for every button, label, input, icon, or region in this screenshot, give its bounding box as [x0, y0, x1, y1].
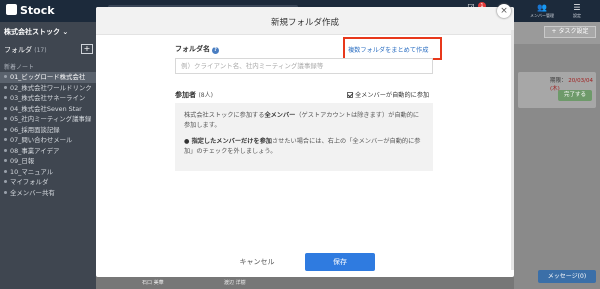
cancel-button[interactable]: キャンセル [222, 253, 292, 271]
sidebar-item[interactable]: 02_株式会社ワールドリンク [0, 83, 96, 94]
folder-name-label: フォルダ名? [175, 44, 219, 54]
message-button[interactable]: メッセージ(0) [538, 270, 596, 283]
dialog-header: 新規フォルダ作成 [96, 7, 514, 35]
member-name: 石口 美華 [142, 280, 164, 286]
dialog-title: 新規フォルダ作成 [270, 18, 339, 28]
add-folder-button[interactable]: + [81, 44, 93, 54]
member-name: 渡辺 洋樹 [224, 280, 246, 286]
sidebar-item[interactable]: 04_株式会社Seven Star [0, 104, 96, 115]
member-row: 石口 美華 渡辺 洋樹 [96, 276, 514, 289]
sidebar-item[interactable]: 09_日報 [0, 156, 96, 167]
logo-text: Stock [20, 4, 55, 17]
settings-icon[interactable]: ☰ [569, 3, 585, 12]
save-button[interactable]: 保存 [305, 253, 375, 271]
highlight-box: 複数フォルダをまとめて作成 [343, 37, 442, 60]
sidebar: 株式会社ストック ⌄ フォルダ (17) + 新着ノート 01_ビッグロード株式… [0, 22, 96, 289]
sidebar-item[interactable]: 08_事業アイデア [0, 146, 96, 157]
sidebar-item[interactable]: 全メンバー共有 [0, 188, 96, 199]
sidebar-item[interactable]: 10_マニュアル [0, 167, 96, 178]
sidebar-item[interactable]: マイフォルダ [0, 177, 96, 188]
info-text-2: ● 指定したメンバーだけを参加させたい場合には、右上の「全メンバーが自動的に参加… [184, 138, 421, 155]
members-label: メンバー管理 [530, 13, 554, 18]
sidebar-item[interactable]: 06_採用面談記録 [0, 125, 96, 136]
folders-header: フォルダ (17) + [0, 44, 96, 56]
sidebar-item[interactable]: 07_問い合わせメール [0, 135, 96, 146]
info-text-1: 株式会社ストックに参加する全メンバー（ゲストアカウントは除きます）が自動的に参加… [184, 112, 420, 129]
recent-notes-label[interactable]: 新着ノート [4, 62, 34, 71]
close-icon[interactable]: × [497, 4, 511, 18]
auto-join-label: 全メンバーが自動的に参加 [355, 92, 430, 99]
complete-task-button[interactable]: 完了する [558, 90, 592, 101]
members-icon[interactable]: 👥 [534, 3, 550, 12]
checkbox-icon[interactable] [347, 92, 353, 98]
folder-list: 01_ビッグロード株式会社 02_株式会社ワールドリンク 03_株式会社サネーラ… [0, 72, 96, 198]
sidebar-item[interactable]: 03_株式会社サネーライン [0, 93, 96, 104]
settings-label: 設定 [573, 13, 581, 18]
new-folder-dialog: 新規フォルダ作成 × フォルダ名? 複数フォルダをまとめて作成 参加者 (8人)… [96, 4, 514, 277]
sidebar-item[interactable]: 01_ビッグロード株式会社 [0, 72, 96, 83]
sidebar-item[interactable]: 05_社内ミーティング議事録 [0, 114, 96, 125]
app-logo[interactable]: Stock [6, 4, 55, 17]
help-icon[interactable]: ? [212, 47, 219, 54]
participants-info: 株式会社ストックに参加する全メンバー（ゲストアカウントは除きます）が自動的に参加… [175, 103, 433, 171]
task-panel-header: + タスク設定 [514, 22, 600, 44]
task-setting-button[interactable]: + タスク設定 [544, 26, 596, 38]
stock-logo-icon [6, 4, 17, 15]
bulk-create-link[interactable]: 複数フォルダをまとめて作成 [348, 45, 428, 54]
dialog-footer: キャンセル 保存 [96, 251, 514, 277]
folder-name-input[interactable] [175, 58, 433, 74]
participants-label: 参加者 (8人) [175, 91, 213, 99]
participants-count: (8人) [198, 92, 213, 99]
auto-join-checkbox[interactable]: 全メンバーが自動的に参加 [347, 90, 429, 99]
task-panel: + タスク設定 期限： 20/03/04 (木) 完了する [514, 22, 600, 289]
folders-label: フォルダ (17) [4, 46, 47, 54]
company-selector[interactable]: 株式会社ストック ⌄ [4, 27, 68, 37]
task-card: 期限： 20/03/04 (木) 完了する [518, 72, 596, 108]
folders-count: (17) [34, 47, 47, 54]
dialog-scrollbar[interactable] [511, 30, 514, 270]
